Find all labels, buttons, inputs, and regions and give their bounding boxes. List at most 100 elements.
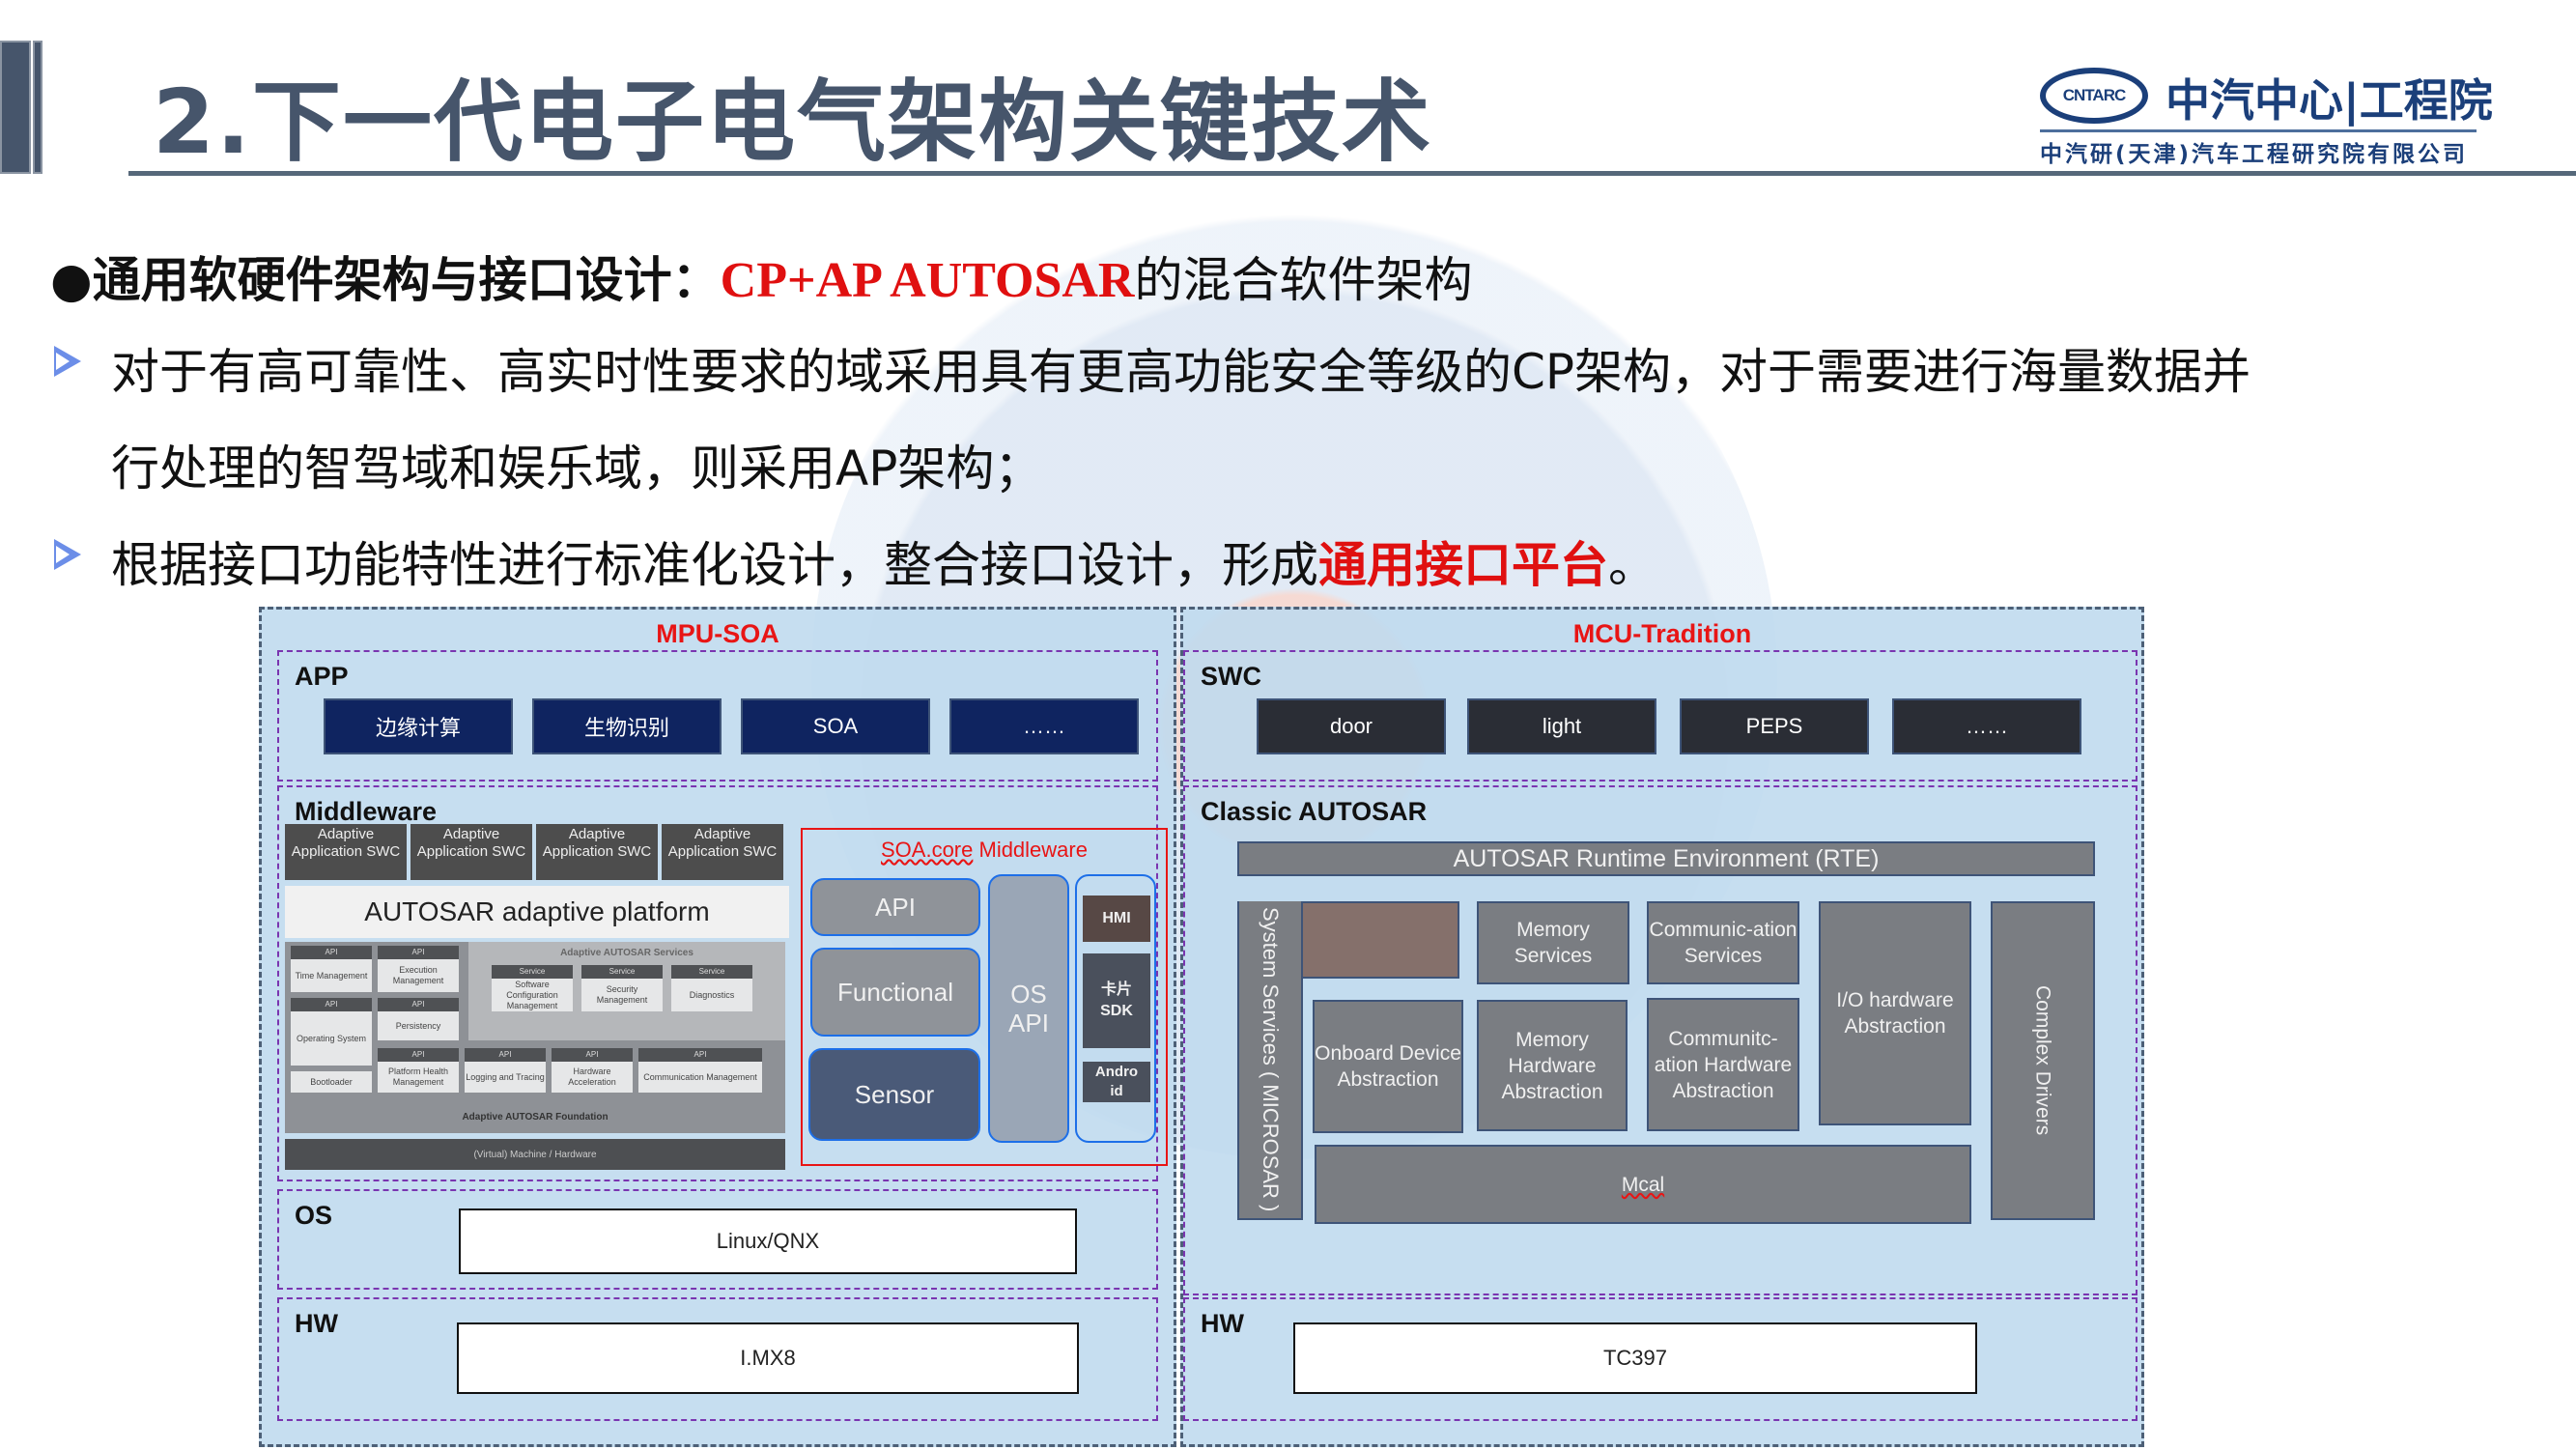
services-title: Adaptive AUTOSAR Services — [560, 948, 694, 958]
mcal-label: Mcal — [1621, 1173, 1665, 1196]
api-header: API — [465, 1048, 546, 1062]
complex-drivers: Complex Drivers — [1991, 901, 2095, 1220]
api-header: API — [291, 998, 372, 1011]
hw-label: HW — [295, 1309, 338, 1338]
page-title: 2.下一代电子电气架构关键技术 — [153, 71, 1432, 174]
memory-hardware-abstraction: Memory Hardware Abstraction — [1477, 1000, 1628, 1131]
module-hwaccel: Hardware Acceleration — [552, 1062, 633, 1093]
app-item: 边缘计算 — [324, 698, 513, 754]
app-item: 生物识别 — [532, 698, 722, 754]
mcal-box: Mcal — [1315, 1145, 1971, 1224]
service-header: Service — [581, 965, 663, 979]
classic-autosar-layer: Classic AUTOSAR AUTOSAR Runtime Environm… — [1183, 785, 2137, 1295]
bullet2-highlight: 通用接口平台 — [1318, 537, 1608, 593]
module-diagnostics: Diagnostics — [671, 979, 752, 1011]
middleware-layer: Middleware Adaptive Application SWC Adap… — [277, 785, 1168, 1181]
api-header: API — [291, 946, 372, 959]
system-services: System Services ( MICROSAR ) — [1237, 901, 1303, 1220]
logo-subtitle: 中汽研(天津)汽车工程研究院有限公司 — [2040, 142, 2469, 167]
hw-box-right: TC397 — [1293, 1322, 1977, 1394]
swc-item: door — [1257, 698, 1446, 754]
api-header: API — [378, 998, 459, 1011]
os-box: Linux/QNX — [459, 1208, 1077, 1274]
hw-layer-right: HW TC397 — [1183, 1297, 2137, 1421]
adaptive-platform-title: AUTOSAR adaptive platform — [285, 886, 789, 938]
adaptive-swc: Adaptive Application SWC — [662, 824, 783, 880]
section-heading: ●通用软硬件架构与接口设计：CP+AP AUTOSAR的混合软件架构 — [50, 242, 1473, 311]
adaptive-platform-body: Adaptive AUTOSAR Services Service Softwa… — [285, 942, 785, 1133]
foundation-label: Adaptive AUTOSAR Foundation — [462, 1112, 609, 1123]
swc-item: …… — [1892, 698, 2081, 754]
app-item: SOA — [741, 698, 930, 754]
bullet2-end: 。 — [1608, 537, 1656, 593]
classic-autosar-label: Classic AUTOSAR — [1201, 797, 1428, 826]
adaptive-swc: Adaptive Application SWC — [536, 824, 658, 880]
bullet1-line1: 对于有高可靠性、高实时性要求的域采用具有更高功能安全等级的CP架构，对于需要进行… — [111, 344, 2251, 400]
os-label: OS — [295, 1201, 333, 1230]
module-security: Security Management — [581, 979, 663, 1011]
module-bootloader: Bootloader — [291, 1071, 372, 1093]
mpu-soa-panel: MPU-SOA APP 边缘计算 生物识别 SOA …… Middleware … — [259, 607, 1176, 1447]
adaptive-swc: Adaptive Application SWC — [410, 824, 532, 880]
api-header: API — [552, 1048, 633, 1062]
soa-api: API — [810, 878, 980, 936]
mcu-tradition-title: MCU-Tradition — [1572, 619, 1752, 648]
bullet2-text: 根据接口功能特性进行标准化设计，整合接口设计，形成 — [111, 537, 1318, 593]
virtual-machine-layer: (Virtual) Machine / Hardware — [285, 1139, 785, 1170]
communication-hardware-abstraction: Communitc-ation Hardware Abstraction — [1647, 998, 1799, 1131]
hw-label-right: HW — [1201, 1309, 1244, 1338]
soa-card-sdk: 卡片SDK — [1083, 953, 1150, 1048]
mpu-soa-title: MPU-SOA — [656, 619, 779, 648]
module-time: Time Management — [291, 959, 372, 992]
api-header: API — [378, 1048, 459, 1062]
bullet2: 根据接口功能特性进行标准化设计，整合接口设计，形成通用接口平台。 — [111, 526, 1656, 596]
rte-box: AUTOSAR Runtime Environment (RTE) — [1237, 841, 2095, 876]
header-accent-bar-thin — [33, 41, 42, 174]
bullet-arrow-icon — [54, 539, 81, 570]
logo-name: 中汽中心|工程院 — [2166, 74, 2493, 127]
module-execution: Execution Management — [378, 959, 459, 992]
logo-divider — [2040, 129, 2477, 132]
module-comm: Communication Management — [638, 1062, 762, 1093]
hw-box: I.MX8 — [457, 1322, 1079, 1394]
module-swconfig: Software Configuration Management — [492, 979, 573, 1011]
swc-label: SWC — [1201, 662, 1261, 691]
api-header: API — [638, 1048, 762, 1062]
heading-bold: ●通用软硬件架构与接口设计： — [50, 252, 721, 308]
communication-services: Communic-ation Services — [1647, 901, 1799, 984]
bullet1-line2: 行处理的智驾域和娱乐域，则采用AP架构； — [111, 441, 1043, 497]
company-logo: CNTARC 中汽中心|工程院 中汽研(天津)汽车工程研究院有限公司 — [2040, 66, 2504, 167]
module-logging: Logging and Tracing — [465, 1062, 546, 1093]
app-layer: APP 边缘计算 生物识别 SOA …… — [277, 650, 1158, 782]
mcu-tradition-panel: MCU-Tradition SWC door light PEPS …… Cla… — [1180, 607, 2144, 1447]
api-header: API — [378, 946, 459, 959]
app-label: APP — [295, 662, 349, 691]
os-layer: OS Linux/QNX — [277, 1189, 1158, 1290]
heading-highlight: CP+AP AUTOSAR — [720, 253, 1135, 308]
header-accent-bar — [0, 41, 31, 174]
soa-hmi: HMI — [1083, 896, 1150, 942]
memory-services: Memory Services — [1477, 901, 1629, 984]
soa-android: Android — [1083, 1062, 1150, 1102]
module-os: Operating System — [291, 1011, 372, 1066]
swc-layer: SWC door light PEPS …… — [1183, 650, 2137, 782]
swc-item: light — [1467, 698, 1656, 754]
middleware-label: Middleware — [295, 797, 438, 826]
service-header: Service — [492, 965, 573, 979]
soa-os-api: OS API — [988, 874, 1069, 1143]
hw-layer: HW I.MX8 — [277, 1297, 1158, 1421]
header-divider — [128, 171, 2576, 176]
adaptive-services-area: Adaptive AUTOSAR Services Service Softwa… — [468, 942, 785, 1040]
soa-core-middleware: SOA.core Middleware API Functional Senso… — [801, 828, 1168, 1166]
onboard-device-abstraction: Onboard Device Abstraction — [1313, 1000, 1463, 1133]
soa-functional: Functional — [810, 948, 980, 1037]
heading-rest: 的混合软件架构 — [1134, 252, 1473, 308]
swc-item: PEPS — [1680, 698, 1869, 754]
soa-sensor: Sensor — [808, 1048, 980, 1141]
cnarc-oval-icon: CNTARC — [2040, 68, 2148, 124]
module-phm: Platform Health Management — [378, 1062, 459, 1093]
adaptive-swc: Adaptive Application SWC — [285, 824, 407, 880]
app-item: …… — [949, 698, 1139, 754]
soa-core-title: SOA.core Middleware — [881, 838, 1088, 862]
bullet-arrow-icon — [54, 346, 81, 377]
